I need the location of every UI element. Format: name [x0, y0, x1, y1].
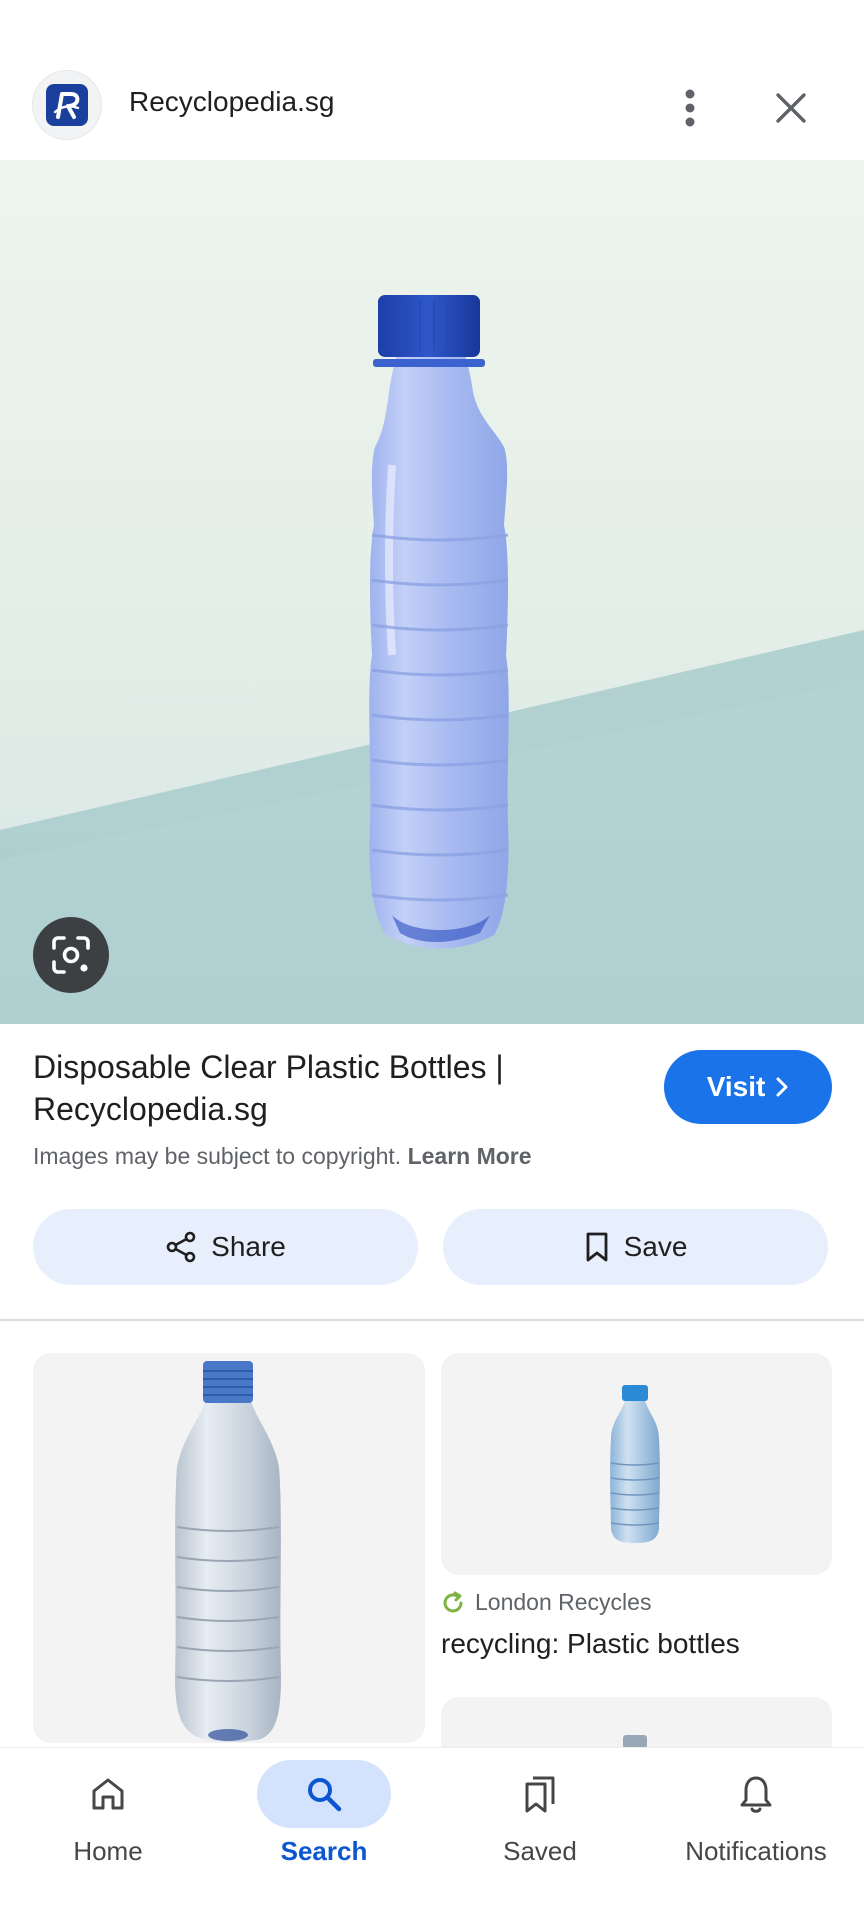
- google-lens-button[interactable]: [33, 917, 109, 993]
- search-icon: [308, 1778, 342, 1812]
- share-button[interactable]: Share: [33, 1209, 418, 1285]
- share-icon: [166, 1231, 196, 1263]
- save-button[interactable]: Save: [443, 1209, 828, 1285]
- home-icon-wrap: [41, 1760, 175, 1828]
- source-name: London Recycles: [475, 1589, 652, 1615]
- saved-icon-wrap: [473, 1760, 607, 1828]
- copyright-notice: Images may be subject to copyright. Lear…: [33, 1143, 532, 1170]
- bottom-navigation: Home Search Saved Notifications: [0, 1748, 864, 1920]
- nav-saved-label: Saved: [503, 1836, 577, 1866]
- related-title[interactable]: recycling: Plastic bottles: [441, 1628, 740, 1660]
- related-image-card[interactable]: [441, 1353, 832, 1575]
- site-name: Recyclopedia.sg: [129, 86, 335, 117]
- nav-search-label: Search: [280, 1836, 368, 1866]
- bottle-thumbnail-image: [175, 1361, 281, 1742]
- saved-icon: [525, 1776, 555, 1813]
- nav-home[interactable]: Home: [0, 1748, 216, 1920]
- preview-image[interactable]: [0, 160, 864, 1024]
- visit-button[interactable]: Visit: [664, 1050, 832, 1124]
- nav-home-label: Home: [73, 1836, 143, 1866]
- site-logo: [32, 70, 102, 140]
- lens-icon: [52, 936, 90, 974]
- result-title[interactable]: Disposable Clear Plastic Bottles | Recyc…: [33, 1046, 633, 1130]
- close-icon: [776, 93, 806, 123]
- bell-icon: [740, 1776, 772, 1813]
- related-image-card[interactable]: [33, 1353, 425, 1743]
- visit-label: Visit: [706, 1071, 766, 1102]
- nav-saved[interactable]: Saved: [432, 1748, 648, 1920]
- home-icon: [92, 1778, 124, 1810]
- share-label: Share: [211, 1231, 286, 1262]
- related-source: London Recycles: [441, 1589, 651, 1616]
- bottle-thumbnail-image: [610, 1385, 660, 1543]
- nav-search[interactable]: Search: [216, 1748, 432, 1920]
- bookmark-icon: [586, 1232, 607, 1262]
- more-vert-icon: [685, 89, 695, 127]
- recycle-icon: [443, 1591, 463, 1612]
- save-label: Save: [623, 1231, 688, 1262]
- nav-notifications-label: Notifications: [685, 1836, 827, 1866]
- copyright-text: Images may be subject to copyright.: [33, 1143, 402, 1169]
- recyclopedia-logo-icon: [46, 84, 88, 126]
- learn-more-link[interactable]: Learn More: [408, 1143, 532, 1169]
- status-bar: [0, 0, 864, 56]
- divider: [0, 1319, 864, 1321]
- nav-notifications[interactable]: Notifications: [648, 1748, 864, 1920]
- top-bar: Recyclopedia.sg: [0, 56, 864, 160]
- search-icon-wrap: [257, 1760, 391, 1828]
- bell-icon-wrap: [689, 1760, 823, 1828]
- close-button[interactable]: [763, 80, 819, 136]
- plastic-bottle-image: [369, 295, 509, 949]
- more-options-button[interactable]: [664, 70, 716, 146]
- chevron-right-icon: [776, 1077, 788, 1097]
